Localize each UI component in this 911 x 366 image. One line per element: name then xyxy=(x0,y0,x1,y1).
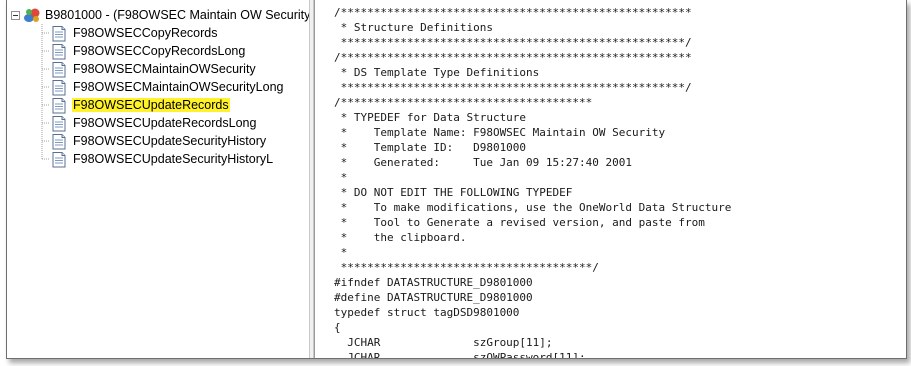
database-object-icon xyxy=(24,8,40,22)
document-icon xyxy=(52,115,66,131)
code-view-pane[interactable]: /************************************** *… xyxy=(314,0,906,358)
document-icon xyxy=(52,151,66,167)
document-icon xyxy=(52,43,66,59)
code-line: /***************************************… xyxy=(334,51,692,64)
code-line: * Structure Definitions xyxy=(334,21,493,34)
code-line: JCHAR szGroup[11]; xyxy=(334,336,553,349)
tree-root-node[interactable]: B9801000 - (F98OWSEC Maintain OW Securit… xyxy=(11,6,315,24)
tree-item[interactable]: F98OWSECUpdateRecordsLong xyxy=(51,114,257,132)
tree-item[interactable]: F98OWSECCopyRecords xyxy=(51,24,219,42)
code-line: * xyxy=(334,246,348,259)
code-line: /***************************************… xyxy=(334,6,692,19)
document-icon xyxy=(52,97,66,113)
code-line: * Generated: Tue Jan 09 15:27:40 2001 xyxy=(334,156,633,169)
tree-item[interactable]: F98OWSECUpdateSecurityHistoryL xyxy=(51,150,274,168)
tree-item[interactable]: F98OWSECMaintainOWSecurity xyxy=(51,60,257,78)
code-line: * DO NOT EDIT THE FOLLOWING TYPEDEF xyxy=(334,186,573,199)
document-icon xyxy=(52,79,66,95)
tree-pane[interactable]: B9801000 - (F98OWSEC Maintain OW Securit… xyxy=(7,0,315,358)
code-line: typedef struct tagDSD9801000 xyxy=(334,306,520,319)
code-line: * xyxy=(334,171,348,184)
code-line: * TYPEDEF for Data Structure xyxy=(334,111,527,124)
code-line: #ifndef DATASTRUCTURE_D9801000 xyxy=(334,276,533,289)
tree-item[interactable]: F98OWSECCopyRecordsLong xyxy=(51,42,246,60)
code-line: * DS Template Type Definitions xyxy=(334,66,540,79)
code-line: /************************************** xyxy=(334,96,593,109)
tree-item[interactable]: F98OWSECUpdateRecords xyxy=(51,96,230,114)
tree-item-label: F98OWSECUpdateRecords xyxy=(72,98,230,112)
code-line: * the clipboard. xyxy=(334,231,467,244)
tree-item-label: F98OWSECMaintainOWSecurity xyxy=(73,62,256,76)
tree-item-label: F98OWSECMaintainOWSecurityLong xyxy=(73,80,284,94)
code-line: * Template ID: D9801000 xyxy=(334,141,527,154)
document-icon xyxy=(52,133,66,149)
collapse-toggle-icon[interactable] xyxy=(11,10,20,20)
tree-item-label: F98OWSECUpdateRecordsLong xyxy=(73,116,257,130)
document-icon xyxy=(52,25,66,41)
code-line: JCHAR szOWPassword[11]; xyxy=(334,351,586,358)
document-icon xyxy=(52,61,66,77)
code-line: * To make modifications, use the OneWorl… xyxy=(334,201,732,214)
code-line: * Tool to Generate a revised version, an… xyxy=(334,216,705,229)
code-line: ****************************************… xyxy=(334,36,692,49)
object-browser-window: B9801000 - (F98OWSEC Maintain OW Securit… xyxy=(6,0,907,359)
code-line: * Template Name: F98OWSEC Maintain OW Se… xyxy=(334,126,666,139)
tree-item[interactable]: F98OWSECMaintainOWSecurityLong xyxy=(51,78,285,96)
tree-item-label: F98OWSECCopyRecordsLong xyxy=(73,44,246,58)
tree-root-label: B9801000 - (F98OWSEC Maintain OW Securit… xyxy=(45,8,315,22)
tree-item-label: F98OWSECCopyRecords xyxy=(73,26,218,40)
tree-item[interactable]: F98OWSECUpdateSecurityHistory xyxy=(51,132,267,150)
code-line: { xyxy=(334,321,341,334)
tree-item-label: F98OWSECUpdateSecurityHistory xyxy=(73,134,267,148)
code-line: ****************************************… xyxy=(334,81,692,94)
tree-item-label: F98OWSECUpdateSecurityHistoryL xyxy=(73,152,274,166)
code-line: #define DATASTRUCTURE_D9801000 xyxy=(334,291,533,304)
code-text: /************************************** *… xyxy=(334,5,731,358)
code-line: **************************************/ xyxy=(334,261,599,274)
